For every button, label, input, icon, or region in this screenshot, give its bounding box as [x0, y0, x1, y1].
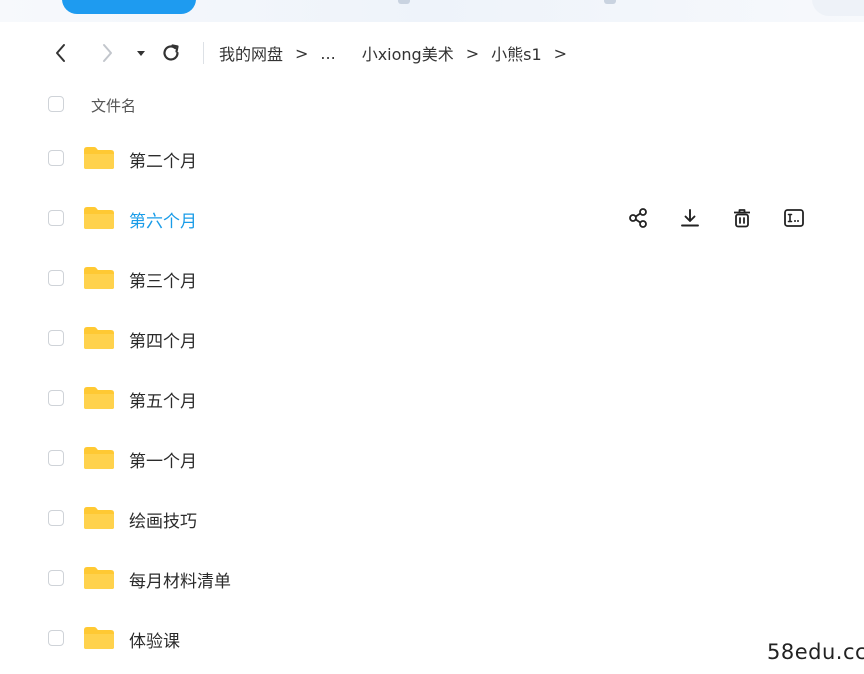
- row-checkbox[interactable]: [48, 390, 64, 406]
- rename-icon: [783, 207, 805, 229]
- file-list-header: 文件名: [0, 86, 864, 124]
- breadcrumb-item[interactable]: 小xiong美术: [362, 41, 454, 65]
- file-name[interactable]: 每月材料清单: [129, 567, 231, 592]
- breadcrumb-item[interactable]: 我的网盘: [219, 41, 283, 65]
- file-row[interactable]: 第六个月: [0, 193, 864, 243]
- chevron-right-icon: [103, 44, 112, 62]
- file-row[interactable]: 每月材料清单: [0, 553, 864, 603]
- watermark: 58edu.cc: [767, 640, 864, 664]
- breadcrumb-ellipsis[interactable]: ...: [320, 44, 335, 63]
- row-checkbox[interactable]: [48, 210, 64, 226]
- folder-icon: [83, 566, 115, 590]
- breadcrumb: 我的网盘 > ... 小xiong美术 > 小熊s1 >: [219, 41, 579, 65]
- file-name[interactable]: 第一个月: [129, 447, 197, 472]
- caret-down-icon: [137, 51, 145, 56]
- file-name[interactable]: 绘画技巧: [129, 507, 197, 532]
- top-toolbar-item[interactable]: [604, 0, 616, 4]
- back-button[interactable]: [48, 40, 74, 66]
- row-checkbox[interactable]: [48, 630, 64, 646]
- file-name[interactable]: 体验课: [129, 627, 180, 652]
- delete-button[interactable]: [728, 204, 756, 232]
- file-name[interactable]: 第五个月: [129, 387, 197, 412]
- file-name[interactable]: 第二个月: [129, 147, 197, 172]
- download-button[interactable]: [676, 204, 704, 232]
- folder-icon: [83, 206, 115, 230]
- rename-button[interactable]: [780, 204, 808, 232]
- top-primary-button[interactable]: [62, 0, 196, 14]
- file-row[interactable]: 第三个月: [0, 253, 864, 303]
- file-name[interactable]: 第四个月: [129, 327, 197, 352]
- file-row[interactable]: 绘画技巧: [0, 493, 864, 543]
- folder-icon: [83, 386, 115, 410]
- file-row[interactable]: 第四个月: [0, 313, 864, 363]
- file-name[interactable]: 第六个月: [129, 207, 197, 232]
- top-toolbar-item[interactable]: [398, 0, 410, 4]
- folder-icon: [83, 506, 115, 530]
- folder-icon: [83, 266, 115, 290]
- row-checkbox[interactable]: [48, 450, 64, 466]
- folder-icon: [83, 326, 115, 350]
- refresh-button[interactable]: [158, 40, 184, 66]
- row-checkbox[interactable]: [48, 270, 64, 286]
- top-toolbar: [0, 0, 864, 22]
- breadcrumb-separator: >: [295, 43, 309, 63]
- file-row[interactable]: 第一个月: [0, 433, 864, 483]
- chevron-left-icon: [56, 44, 65, 62]
- row-checkbox[interactable]: [48, 330, 64, 346]
- breadcrumb-separator: >: [553, 43, 568, 63]
- file-row[interactable]: 第五个月: [0, 373, 864, 423]
- forward-button[interactable]: [94, 40, 120, 66]
- folder-icon: [83, 446, 115, 470]
- refresh-icon: [163, 44, 179, 61]
- share-button[interactable]: [624, 204, 652, 232]
- folder-icon: [83, 626, 115, 650]
- top-right-button[interactable]: [812, 0, 864, 16]
- file-row[interactable]: 第二个月: [0, 133, 864, 183]
- delete-icon: [731, 207, 753, 229]
- row-checkbox[interactable]: [48, 510, 64, 526]
- folder-icon: [83, 146, 115, 170]
- share-icon: [627, 207, 649, 229]
- navigation-bar: 我的网盘 > ... 小xiong美术 > 小熊s1 >: [0, 32, 864, 74]
- breadcrumb-separator: >: [465, 43, 480, 63]
- row-actions: [624, 204, 832, 232]
- row-checkbox[interactable]: [48, 570, 64, 586]
- row-checkbox[interactable]: [48, 150, 64, 166]
- column-header-filename[interactable]: 文件名: [91, 95, 136, 116]
- download-icon: [679, 207, 701, 229]
- file-name[interactable]: 第三个月: [129, 267, 197, 292]
- history-dropdown-button[interactable]: [128, 40, 154, 66]
- file-row[interactable]: 体验课: [0, 613, 864, 663]
- nav-divider: [203, 42, 204, 64]
- select-all-checkbox[interactable]: [48, 96, 64, 112]
- breadcrumb-item[interactable]: 小熊s1: [491, 41, 542, 65]
